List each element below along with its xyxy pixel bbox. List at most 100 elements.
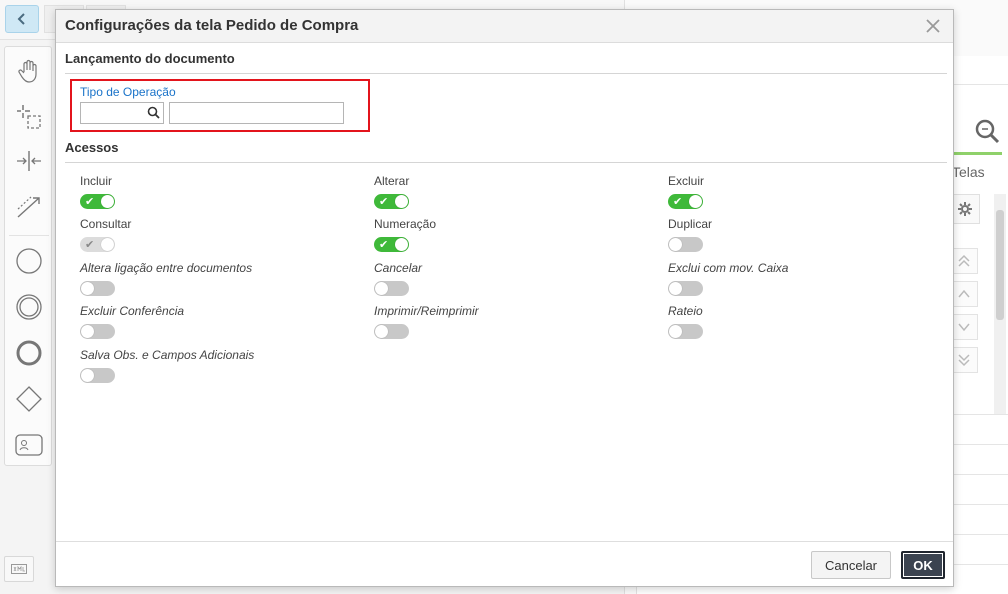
scrollbar-thumb[interactable]	[996, 210, 1004, 320]
select-icon	[17, 105, 41, 129]
permission-label-incluir: Incluir	[80, 174, 113, 188]
move-down-button[interactable]	[950, 314, 978, 340]
toggle-knob	[689, 195, 702, 208]
gateway-tool[interactable]	[13, 383, 45, 415]
intermediate-event-tool[interactable]	[13, 291, 45, 323]
chevron-down-icon	[958, 323, 970, 332]
dialog-footer: Cancelar OK	[56, 541, 953, 586]
permission-label-altera-ligacao-entre-documentos: Altera ligação entre documentos	[80, 261, 253, 275]
move-up-button[interactable]	[950, 281, 978, 307]
chevron-up-icon	[958, 289, 970, 298]
permission-label-excluir: Excluir	[668, 174, 705, 188]
toggle-knob	[395, 238, 408, 251]
hand-tool[interactable]	[13, 55, 45, 87]
lasso-select-tool[interactable]	[13, 101, 45, 133]
permission-toggle-altera-ligacao-entre-documentos[interactable]	[80, 281, 115, 296]
section-divider	[65, 73, 947, 74]
permission-label-exclui-com-mov-caixa: Exclui com mov. Caixa	[668, 261, 789, 275]
check-icon: ✔	[379, 195, 389, 208]
xml-icon	[11, 564, 27, 574]
diamond-icon	[16, 386, 42, 412]
connector-icon	[17, 196, 40, 218]
toggle-knob	[375, 325, 388, 338]
toolbar-divider	[9, 235, 49, 236]
double-chevron-down-icon	[958, 354, 970, 367]
search-button[interactable]	[974, 118, 1000, 149]
permission-toggle-salva-obs-e-campos-adicionais[interactable]	[80, 368, 115, 383]
permission-toggle-duplicar[interactable]	[668, 237, 703, 252]
permission-toggle-excluir-conferencia[interactable]	[80, 324, 115, 339]
permission-toggle-consultar: ✔	[80, 237, 115, 252]
double-chevron-up-icon	[958, 254, 970, 267]
toggle-knob	[375, 282, 388, 295]
close-button[interactable]	[923, 16, 943, 36]
operation-type-label: Tipo de Operação	[80, 85, 176, 99]
permission-toggle-incluir[interactable]: ✔	[80, 194, 115, 209]
permission-label-consultar: Consultar	[80, 217, 132, 231]
lookup-search-button[interactable]	[147, 106, 160, 124]
toggle-knob	[669, 282, 682, 295]
permission-toggle-rateio[interactable]	[668, 324, 703, 339]
toggle-knob	[101, 238, 114, 251]
circle-icon	[16, 248, 42, 274]
permission-label-excluir-conferencia: Excluir Conferência	[80, 304, 185, 318]
toggle-knob	[395, 195, 408, 208]
check-icon: ✔	[379, 238, 389, 251]
space-tool[interactable]	[13, 145, 45, 177]
search-icon	[147, 106, 160, 119]
permission-label-imprimir-reimprimir: Imprimir/Reimprimir	[374, 304, 479, 318]
permission-label-duplicar: Duplicar	[668, 217, 713, 231]
toggle-knob	[81, 282, 94, 295]
toggle-knob	[81, 369, 94, 382]
hand-icon	[18, 59, 37, 83]
tab-telas-label: Telas	[952, 164, 985, 180]
dialog-header: Configurações da tela Pedido de Compra	[56, 10, 953, 43]
gear-icon	[958, 202, 972, 216]
start-event-tool[interactable]	[13, 245, 45, 277]
end-event-tool[interactable]	[13, 337, 45, 369]
permission-label-numeracao: Numeração	[374, 217, 437, 231]
tab-telas[interactable]: Telas	[952, 152, 1002, 184]
toggle-knob	[81, 325, 94, 338]
permission-toggle-alterar[interactable]: ✔	[374, 194, 409, 209]
move-bottom-button[interactable]	[950, 347, 978, 373]
thick-circle-icon	[16, 340, 42, 366]
section-title-access: Acessos	[65, 140, 119, 155]
toggle-knob	[669, 238, 682, 251]
ok-button[interactable]: OK	[901, 551, 945, 579]
section-title-launch: Lançamento do documento	[65, 51, 235, 66]
back-icon	[17, 13, 25, 25]
permission-label-rateio: Rateio	[668, 304, 703, 318]
toggle-knob	[101, 195, 114, 208]
double-circle-icon	[16, 294, 42, 320]
task-icon	[15, 434, 43, 456]
xml-button[interactable]	[4, 556, 34, 582]
connect-tool[interactable]	[13, 191, 45, 223]
task-tool[interactable]	[13, 429, 45, 461]
permission-toggle-imprimir-reimprimir[interactable]	[374, 324, 409, 339]
toggle-knob	[669, 325, 682, 338]
back-button[interactable]	[5, 5, 39, 33]
cancel-button[interactable]: Cancelar	[811, 551, 891, 579]
permission-label-cancelar: Cancelar	[374, 261, 423, 275]
operation-type-code-input[interactable]	[80, 102, 164, 124]
search-icon	[975, 119, 1000, 144]
permission-label-salva-obs-e-campos-adicionais: Salva Obs. e Campos Adicionais	[80, 348, 255, 362]
close-icon	[926, 19, 940, 33]
check-icon: ✔	[85, 238, 95, 251]
settings-dialog: Configurações da tela Pedido de Compra L…	[55, 9, 954, 587]
dialog-title: Configurações da tela Pedido de Compra	[65, 17, 359, 34]
permission-toggle-numeracao[interactable]: ✔	[374, 237, 409, 252]
settings-button[interactable]	[950, 194, 980, 224]
move-top-button[interactable]	[950, 248, 978, 274]
permission-toggle-excluir[interactable]: ✔	[668, 194, 703, 209]
diagram-toolbar	[4, 46, 52, 466]
check-icon: ✔	[85, 195, 95, 208]
permission-toggle-exclui-com-mov-caixa[interactable]	[668, 281, 703, 296]
operation-type-description-field	[169, 102, 344, 124]
permission-toggle-cancelar[interactable]	[374, 281, 409, 296]
split-icon	[17, 151, 41, 171]
permission-label-alterar: Alterar	[374, 174, 410, 188]
check-icon: ✔	[673, 195, 683, 208]
section-divider	[65, 162, 947, 163]
